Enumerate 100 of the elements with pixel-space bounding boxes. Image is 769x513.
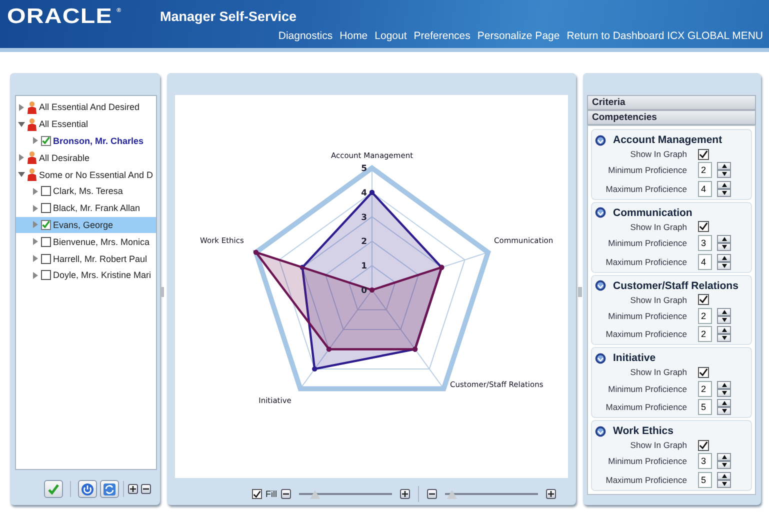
splitter-handle[interactable] — [160, 287, 164, 297]
info-icon[interactable] — [595, 134, 606, 146]
nav-link[interactable]: Diagnostics — [278, 30, 333, 42]
caret-icon[interactable] — [32, 238, 39, 246]
increment-button[interactable] — [717, 162, 731, 170]
tree-item[interactable]: Black, Mr. Frank Allan — [16, 200, 156, 217]
decrement-button[interactable] — [717, 243, 731, 252]
up-arrow-icon — [722, 328, 726, 332]
field-label: Show In Graph — [629, 149, 687, 159]
checkbox[interactable] — [41, 236, 51, 247]
caret-icon[interactable] — [18, 104, 25, 111]
number-field[interactable]: 2 — [698, 162, 712, 178]
section-header[interactable]: Criteria — [587, 95, 756, 110]
info-icon[interactable] — [595, 280, 606, 292]
collapse-button[interactable] — [141, 484, 151, 494]
tree-item[interactable]: Harrell, Mr. Robert Paul — [16, 250, 156, 267]
checkbox[interactable] — [698, 366, 709, 378]
number-field[interactable]: 4 — [698, 180, 712, 197]
decrement-button[interactable] — [717, 170, 731, 178]
tree-item[interactable]: Doyle, Mrs. Kristine Mari — [16, 266, 156, 284]
nav-link[interactable]: Preferences — [414, 30, 470, 42]
caret-icon[interactable] — [32, 137, 39, 144]
checkbox[interactable] — [252, 489, 262, 499]
caret-icon[interactable] — [18, 120, 25, 128]
increment-button[interactable] — [717, 235, 731, 244]
zoom-out-button[interactable] — [427, 489, 437, 499]
number-field[interactable]: 4 — [698, 254, 712, 270]
checkbox[interactable] — [41, 203, 51, 214]
section-header[interactable]: Competencies — [587, 110, 756, 125]
scale-label: 0 — [361, 286, 367, 296]
number-field[interactable]: 2 — [698, 380, 712, 397]
scale-label: 5 — [361, 164, 367, 174]
caret-icon[interactable] — [32, 255, 39, 262]
slider-thumb[interactable] — [310, 490, 320, 498]
down-arrow-icon — [722, 336, 726, 340]
apply-button[interactable] — [44, 480, 63, 498]
info-icon[interactable] — [595, 426, 606, 437]
checkbox[interactable] — [41, 270, 51, 280]
decrement-button[interactable] — [717, 407, 731, 416]
zoom-out-button[interactable] — [281, 489, 291, 499]
checkbox[interactable] — [41, 254, 51, 264]
expand-button[interactable] — [128, 484, 138, 494]
down-arrow-icon — [722, 264, 726, 268]
nav-link[interactable]: Home — [340, 30, 368, 42]
number-field[interactable]: 5 — [698, 399, 712, 416]
checkbox[interactable] — [41, 186, 51, 196]
power-button[interactable] — [78, 480, 97, 498]
checkbox[interactable] — [698, 294, 709, 306]
decrement-button[interactable] — [717, 334, 731, 342]
nav-link[interactable]: Return to Dashboard ICX GLOBAL MENU — [566, 30, 763, 42]
decrement-button[interactable] — [717, 461, 731, 470]
tree-item[interactable]: All Desirable — [16, 149, 156, 166]
number-field[interactable]: 2 — [698, 308, 712, 324]
person-icon — [27, 100, 37, 114]
caret-icon[interactable] — [18, 171, 25, 178]
nav-link[interactable]: Logout — [374, 30, 407, 42]
caret-icon[interactable] — [32, 204, 39, 212]
caret-icon[interactable] — [18, 154, 25, 162]
tree-item[interactable]: All Essential And Desired — [16, 99, 156, 116]
increment-button[interactable] — [717, 453, 731, 462]
increment-button[interactable] — [717, 180, 731, 189]
increment-button[interactable] — [717, 472, 731, 480]
checkbox[interactable] — [698, 440, 709, 451]
increment-button[interactable] — [717, 326, 731, 334]
caret-icon[interactable] — [32, 188, 39, 195]
increment-button[interactable] — [717, 399, 731, 408]
sync-button[interactable] — [100, 480, 119, 498]
zoom-in-button[interactable] — [546, 489, 556, 499]
tree-item[interactable]: Clark, Ms. Teresa — [16, 182, 156, 200]
number-field[interactable]: 5 — [698, 472, 712, 488]
down-arrow-icon — [722, 409, 726, 414]
checkbox[interactable] — [41, 220, 51, 230]
tree-item[interactable]: Evans, George — [16, 216, 156, 234]
increment-button[interactable] — [717, 380, 731, 389]
number-field[interactable]: 3 — [698, 453, 712, 470]
field-label: Maximum Proficience — [604, 402, 687, 412]
competency-title: Communication — [613, 206, 692, 219]
data-point — [326, 346, 332, 352]
number-field[interactable]: 2 — [698, 326, 712, 342]
slider-thumb[interactable] — [447, 490, 458, 498]
field-label: Maximum Proficience — [604, 329, 687, 340]
tree-item[interactable]: Bronson, Mr. Charles — [16, 132, 156, 150]
tree-item[interactable]: Bienvenue, Mrs. Monica — [16, 233, 156, 250]
nav-link[interactable]: Personalize Page — [477, 30, 560, 42]
tree-item[interactable]: All Essential — [16, 116, 156, 133]
down-arrow-icon — [722, 190, 726, 195]
increment-button[interactable] — [717, 254, 731, 262]
checkbox[interactable] — [698, 221, 709, 232]
zoom-in-button[interactable] — [400, 489, 410, 499]
field-label: Show In Graph — [629, 222, 687, 232]
increment-button[interactable] — [717, 308, 731, 316]
checkbox[interactable] — [41, 136, 51, 146]
checkbox[interactable] — [698, 148, 709, 160]
info-icon[interactable] — [595, 352, 606, 364]
tree-item[interactable]: Some or No Essential And D — [16, 166, 156, 183]
info-icon[interactable] — [595, 207, 606, 218]
data-point — [300, 264, 305, 270]
splitter-handle[interactable] — [578, 287, 582, 297]
caret-icon[interactable] — [32, 272, 39, 279]
number-field[interactable]: 3 — [698, 235, 712, 252]
